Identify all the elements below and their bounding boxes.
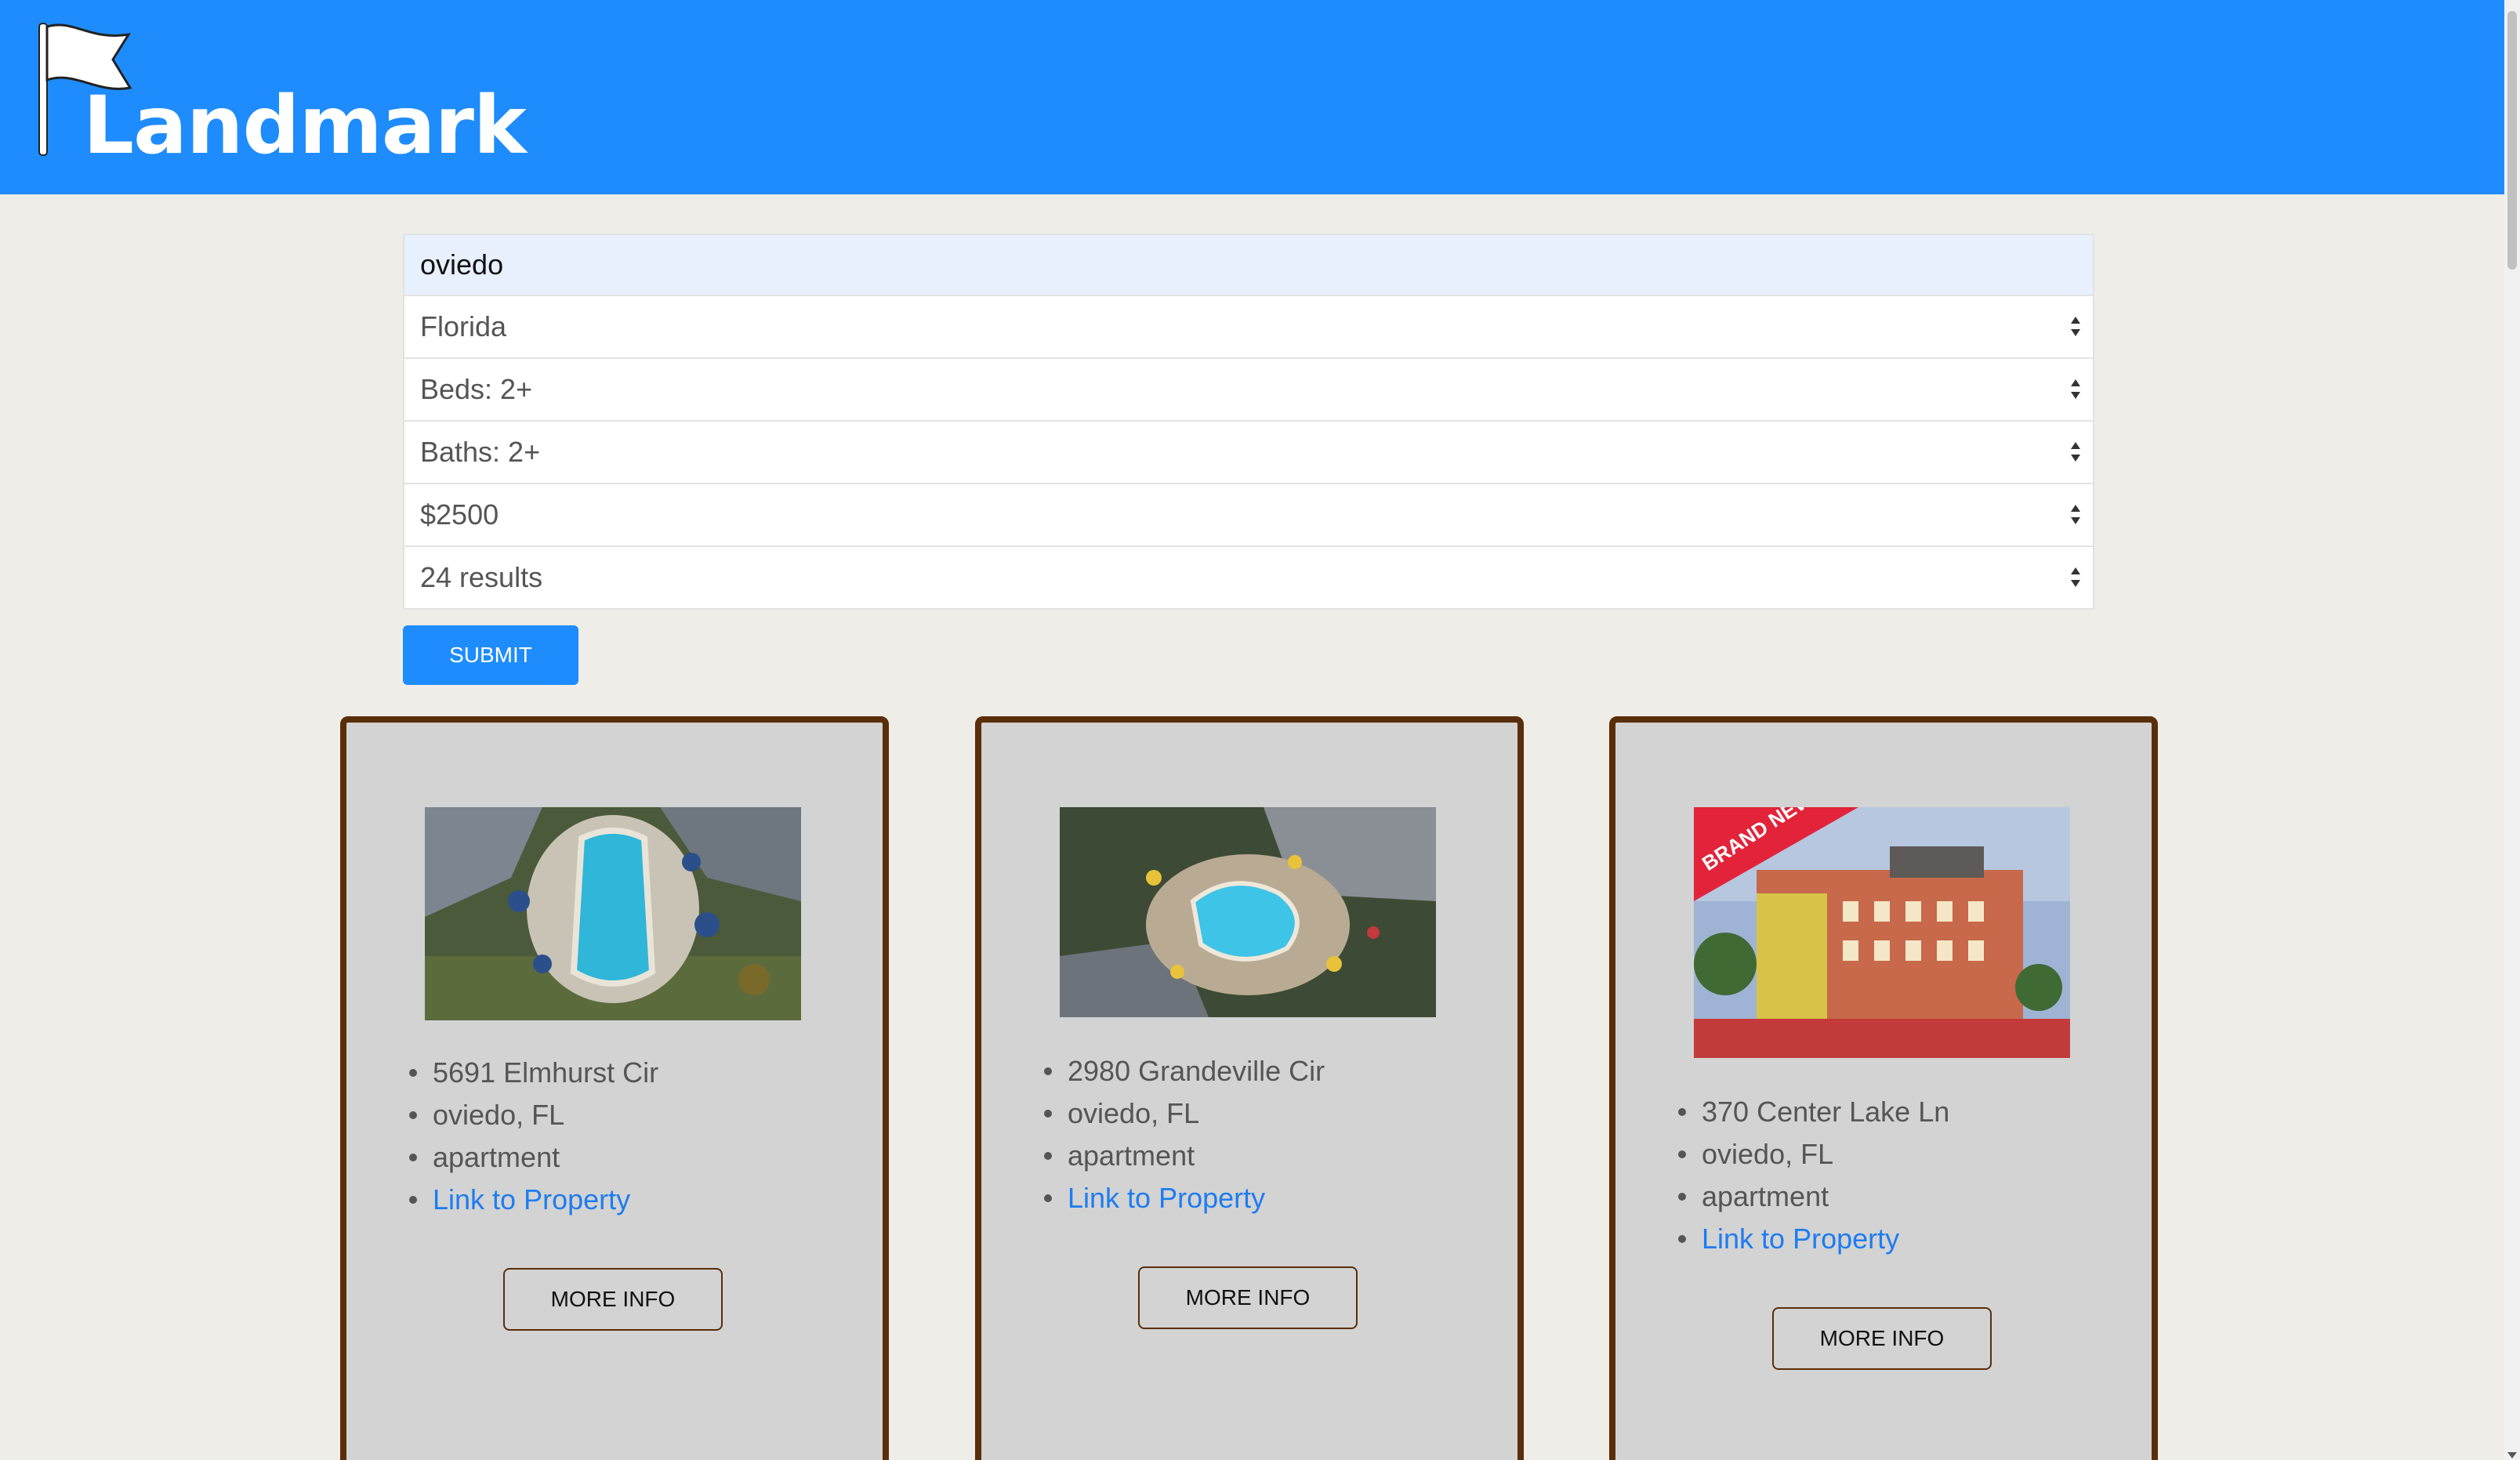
- listing-address: 2980 Grandeville Cir: [1043, 1050, 1325, 1092]
- state-select[interactable]: Florida: [403, 296, 2094, 359]
- results-select-value: 24 results: [420, 561, 543, 593]
- listing-type: apartment: [1043, 1135, 1325, 1177]
- results-select[interactable]: 24 results: [403, 547, 2094, 610]
- property-link[interactable]: Link to Property: [1677, 1218, 1949, 1260]
- more-info-button[interactable]: MORE INFO: [503, 1268, 723, 1331]
- scroll-down-arrow-icon[interactable]: [2507, 1452, 2517, 1458]
- logo-text: Landmark: [83, 79, 527, 172]
- scrollbar[interactable]: [2504, 0, 2520, 1460]
- listing-details: 5691 Elmhurst Cir oviedo, FL apartment L…: [408, 1052, 658, 1221]
- listing-type: apartment: [408, 1136, 658, 1179]
- property-link[interactable]: Link to Property: [408, 1179, 658, 1221]
- listing-city: oviedo, FL: [1043, 1092, 1325, 1135]
- listing-type: apartment: [1677, 1176, 1949, 1218]
- listing-details: 2980 Grandeville Cir oviedo, FL apartmen…: [1043, 1050, 1325, 1219]
- listing-card: 2980 Grandeville Cir oviedo, FL apartmen…: [975, 716, 1524, 1460]
- price-select[interactable]: $2500: [403, 484, 2094, 547]
- scroll-thumb[interactable]: [2507, 11, 2517, 270]
- listing-details: 370 Center Lake Ln oviedo, FL apartment …: [1677, 1091, 1949, 1260]
- city-input-value: oviedo: [420, 248, 504, 281]
- select-arrows-icon: [2071, 567, 2080, 589]
- state-select-value: Florida: [420, 310, 507, 342]
- baths-select-value: Baths: 2+: [420, 436, 541, 468]
- listing-city: oviedo, FL: [408, 1094, 658, 1136]
- listing-card: BRAND NEW 370 Center Lake Ln oviedo, FL …: [1609, 716, 2158, 1460]
- listing-address: 370 Center Lake Ln: [1677, 1091, 1949, 1133]
- listing-card: 5691 Elmhurst Cir oviedo, FL apartment L…: [340, 716, 889, 1460]
- site-header: Landmark: [0, 0, 2504, 194]
- beds-select[interactable]: Beds: 2+: [403, 359, 2094, 422]
- property-photo: [425, 807, 801, 1020]
- listing-address: 5691 Elmhurst Cir: [408, 1052, 658, 1094]
- logo[interactable]: Landmark: [34, 22, 527, 166]
- search-form: oviedo Florida Beds: 2+ Baths: 2+ $2500 …: [403, 234, 2094, 610]
- select-arrows-icon: [2071, 442, 2080, 464]
- baths-select[interactable]: Baths: 2+: [403, 422, 2094, 484]
- property-photo: [1060, 807, 1436, 1017]
- beds-select-value: Beds: 2+: [420, 373, 533, 405]
- submit-button[interactable]: SUBMIT: [403, 625, 578, 685]
- select-arrows-icon: [2071, 317, 2080, 339]
- city-input[interactable]: oviedo: [403, 234, 2094, 296]
- select-arrows-icon: [2071, 505, 2080, 527]
- price-select-value: $2500: [420, 498, 499, 531]
- property-photo: BRAND NEW: [1694, 807, 2070, 1058]
- more-info-button[interactable]: MORE INFO: [1772, 1307, 1992, 1370]
- listing-city: oviedo, FL: [1677, 1133, 1949, 1176]
- select-arrows-icon: [2071, 379, 2080, 401]
- property-link[interactable]: Link to Property: [1043, 1177, 1325, 1219]
- more-info-button[interactable]: MORE INFO: [1138, 1266, 1358, 1329]
